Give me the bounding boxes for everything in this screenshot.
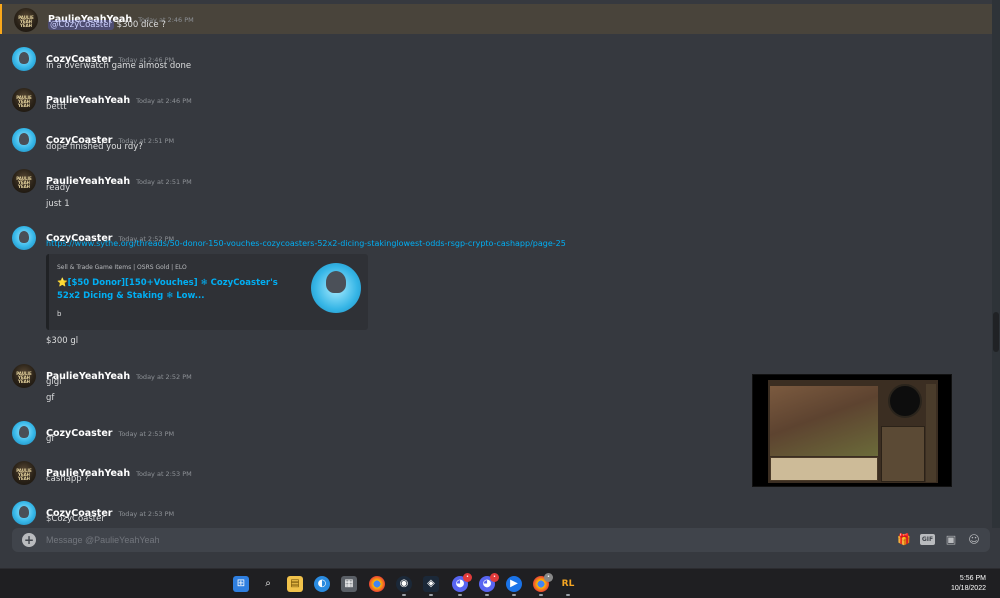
system-clock[interactable]: 5:56 PM 10/18/2022 (951, 574, 986, 594)
scrollbar-thumb[interactable] (993, 312, 999, 352)
scrollbar[interactable] (992, 0, 1000, 528)
play-icon[interactable]: ▶ (506, 576, 522, 592)
message-header: PaulieYeahYeah Today at 2:46 PM (48, 7, 194, 25)
message-header: CozyCoaster Today at 2:53 PM (46, 501, 174, 519)
message-content: @CozyCoaster $300 dice ? (48, 20, 166, 30)
attach-plus-button[interactable]: + (22, 533, 36, 547)
timestamp: Today at 2:52 PM (136, 373, 192, 381)
runelite-icon[interactable]: RL (560, 576, 576, 592)
clock-time: 5:56 PM (959, 575, 986, 582)
avatar[interactable]: PAULIE YEAH YEAH (12, 461, 36, 485)
avatar[interactable]: PAULIE YEAH YEAH (12, 88, 36, 112)
thread-link[interactable]: https://www.sythe.org/threads/50-donor-1… (46, 239, 566, 248)
message-item[interactable]: CozyCoaster Today at 2:51 PM dope finishe… (0, 125, 992, 157)
taskbar: ⊞ ⌕ ▤ ◐ ▦ ◉ ◈ ◕ • ◕ • ▶ • RL 5:56 PM 10/18… (0, 568, 1000, 598)
chrome-icon[interactable] (369, 576, 385, 592)
embed-thumbnail[interactable] (311, 263, 361, 313)
discord-alt-icon[interactable]: ◕ • (479, 573, 499, 592)
message-header: PaulieYeahYeah Today at 2:51 PM (46, 169, 192, 187)
message-content: dope finished you rdy? (46, 142, 143, 152)
file-explorer-icon[interactable]: ▤ (287, 576, 303, 592)
chrome-alt-icon[interactable]: • (533, 573, 553, 592)
message-header: CozyCoaster Today at 2:53 PM (46, 421, 174, 439)
timestamp: Today at 2:51 PM (136, 178, 192, 186)
avatar[interactable]: PAULIE YEAH YEAH (12, 169, 36, 193)
message-header: CozyCoaster Today at 2:51 PM (46, 128, 174, 146)
avatar[interactable] (12, 501, 36, 525)
avatar[interactable]: PAULIE YEAH YEAH (12, 364, 36, 388)
message-input[interactable] (46, 532, 886, 548)
discord-icon[interactable]: ◕ • (452, 573, 472, 592)
embed-provider[interactable]: Sell & Trade Game Items | OSRS Gold | EL… (57, 264, 187, 271)
message-header: CozyCoaster Today at 2:46 PM (46, 47, 174, 65)
message-header: CozyCoaster Today at 2:52 PM (46, 226, 174, 244)
message-header: PaulieYeahYeah Today at 2:46 PM (46, 88, 192, 106)
message-content: gf (46, 434, 55, 444)
windows-start-icon[interactable]: ⊞ (233, 576, 249, 592)
message-list: PAULIE YEAH YEAH PaulieYeahYeah Today at … (0, 0, 992, 528)
avatar[interactable] (12, 421, 36, 445)
search-icon[interactable]: ⌕ (260, 576, 276, 592)
embed-description: b (57, 310, 62, 318)
timestamp: Today at 2:46 PM (136, 97, 192, 105)
picture-in-picture-video[interactable] (752, 374, 952, 487)
game-video-frame (768, 380, 938, 483)
message-header: PaulieYeahYeah Today at 2:53 PM (46, 461, 192, 479)
gift-icon[interactable]: 🎁 (896, 532, 912, 548)
emoji-icon[interactable]: ☺ (966, 532, 982, 548)
message-item[interactable]: PAULIE YEAH YEAH PaulieYeahYeah Today at … (0, 4, 992, 34)
message-content: gf (46, 393, 55, 403)
message-content: in a overwatch game almost done (46, 61, 192, 71)
steam-alt-icon[interactable]: ◈ (423, 576, 439, 592)
gif-button[interactable]: GIF (920, 534, 935, 545)
embed-title[interactable]: ⭐[$50 Donor][150+Vouches] ❄ CozyCoaster'… (57, 277, 297, 303)
message-header: PaulieYeahYeah Today at 2:52 PM (46, 364, 192, 382)
message-content: cashapp ? (46, 474, 89, 484)
avatar[interactable] (12, 47, 36, 71)
steam-icon[interactable]: ◉ (396, 576, 412, 592)
sticker-icon[interactable]: ▣ (943, 532, 959, 548)
user-mention[interactable]: @CozyCoaster (48, 20, 114, 30)
message-item[interactable]: PAULIE YEAH YEAH PaulieYeahYeah Today at … (0, 166, 992, 214)
discord-window: PAULIE YEAH YEAH PaulieYeahYeah Today at … (0, 0, 1000, 568)
message-content: $CozyCoaster (46, 514, 105, 524)
timestamp: Today at 2:53 PM (118, 510, 175, 518)
message-composer: + 🎁 GIF ▣ ☺ (12, 528, 990, 552)
message-item[interactable]: CozyCoaster Today at 2:53 PM $CozyCoaster (0, 498, 992, 528)
timestamp: Today at 2:53 PM (118, 430, 175, 438)
avatar[interactable]: PAULIE YEAH YEAH (14, 8, 38, 32)
message-content: $300 gl (46, 336, 79, 346)
message-content: ready (46, 183, 71, 193)
message-content: bettt (46, 102, 67, 112)
message-item[interactable]: CozyCoaster Today at 2:46 PM in a overwat… (0, 44, 992, 76)
message-content: https://www.sythe.org/threads/50-donor-1… (46, 239, 566, 249)
app-blue-icon[interactable]: ◐ (314, 576, 330, 592)
link-embed: Sell & Trade Game Items | OSRS Gold | EL… (46, 254, 368, 330)
clock-date: 10/18/2022 (950, 585, 986, 592)
timestamp: Today at 2:53 PM (136, 470, 192, 478)
message-item[interactable]: PAULIE YEAH YEAH PaulieYeahYeah Today at … (0, 85, 992, 117)
calculator-icon[interactable]: ▦ (341, 576, 357, 592)
username[interactable]: CozyCoaster (46, 428, 112, 439)
avatar[interactable] (12, 128, 36, 152)
message-content: glgl (46, 377, 62, 387)
message-content: just 1 (46, 199, 70, 209)
avatar[interactable] (12, 226, 36, 250)
